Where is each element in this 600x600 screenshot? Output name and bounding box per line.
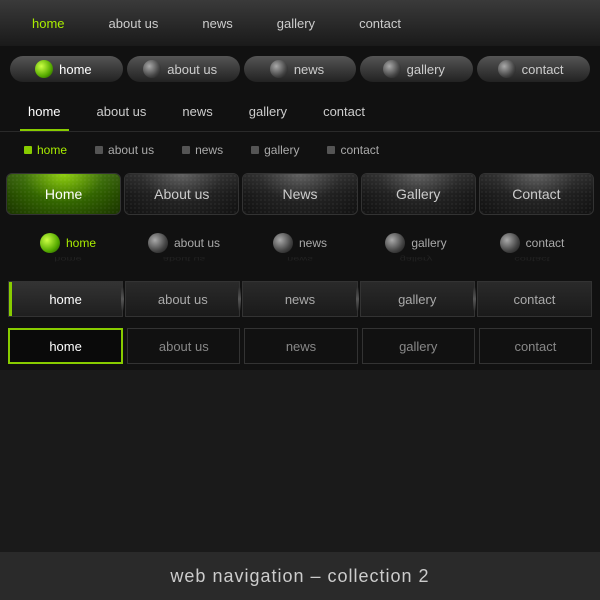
- nav8-contact[interactable]: contact: [479, 328, 592, 364]
- footer: web navigation – collection 2: [0, 552, 600, 600]
- nav5-home[interactable]: Home: [6, 173, 121, 215]
- nav2-home[interactable]: home: [10, 56, 123, 82]
- footer-text: web navigation – collection 2: [170, 566, 429, 587]
- nav5-about[interactable]: About us: [124, 173, 239, 215]
- nav2-news[interactable]: news: [244, 56, 357, 82]
- nav8-about[interactable]: about us: [127, 328, 240, 364]
- sphere-icon: [148, 233, 168, 253]
- nav3-home[interactable]: home: [10, 92, 79, 131]
- nav8-home[interactable]: home: [8, 328, 123, 364]
- nav3-gallery[interactable]: gallery: [231, 92, 305, 131]
- nav6-news[interactable]: news news: [242, 233, 358, 264]
- nav3-about[interactable]: about us: [79, 92, 165, 131]
- nav7-news[interactable]: news: [242, 281, 357, 317]
- nav4-about[interactable]: about us: [81, 143, 168, 157]
- sphere-icon: [500, 233, 520, 253]
- nav6-contact[interactable]: contact contact: [474, 233, 590, 264]
- nav2-gallery[interactable]: gallery: [360, 56, 473, 82]
- square-icon: [95, 146, 103, 154]
- square-icon: [24, 146, 32, 154]
- nav4-home[interactable]: home: [10, 143, 81, 157]
- nav4-news[interactable]: news: [168, 143, 237, 157]
- square-icon: [251, 146, 259, 154]
- nav1-contact[interactable]: contact: [337, 0, 423, 46]
- nav6-about[interactable]: about us about us: [126, 233, 242, 264]
- nav7-gallery[interactable]: gallery: [360, 281, 475, 317]
- nav2-about[interactable]: about us: [127, 56, 240, 82]
- nav3: home about us news gallery contact: [0, 92, 600, 132]
- nav8-gallery[interactable]: gallery: [362, 328, 475, 364]
- nav1: home about us news gallery contact: [0, 0, 600, 46]
- sphere-icon: [385, 233, 405, 253]
- nav7-home[interactable]: home: [8, 281, 123, 317]
- nav6-gallery[interactable]: gallery gallery: [358, 233, 474, 264]
- nav4: home about us news gallery contact: [0, 132, 600, 168]
- nav7-contact[interactable]: contact: [477, 281, 592, 317]
- square-icon: [182, 146, 190, 154]
- nav6-home[interactable]: home home: [10, 233, 126, 264]
- nav5-news[interactable]: News: [242, 173, 357, 215]
- sphere-icon: [143, 60, 161, 78]
- nav1-gallery[interactable]: gallery: [255, 0, 337, 46]
- sphere-icon: [40, 233, 60, 253]
- sphere-icon: [273, 233, 293, 253]
- nav3-contact[interactable]: contact: [305, 92, 383, 131]
- nav5: Home About us News Gallery Contact: [0, 168, 600, 220]
- sphere-icon: [383, 60, 401, 78]
- nav5-contact[interactable]: Contact: [479, 173, 594, 215]
- sphere-icon: [270, 60, 288, 78]
- nav7-about[interactable]: about us: [125, 281, 240, 317]
- nav8: home about us news gallery contact: [0, 322, 600, 370]
- square-icon: [327, 146, 335, 154]
- nav8-news[interactable]: news: [244, 328, 357, 364]
- nav1-home[interactable]: home: [10, 0, 87, 46]
- sphere-icon: [35, 60, 53, 78]
- nav6: home home about us about us news news ga…: [0, 220, 600, 276]
- nav4-gallery[interactable]: gallery: [237, 143, 313, 157]
- nav1-about[interactable]: about us: [87, 0, 181, 46]
- nav2-contact[interactable]: contact: [477, 56, 590, 82]
- sphere-icon: [498, 60, 516, 78]
- nav1-news[interactable]: news: [180, 0, 254, 46]
- nav7: home about us news gallery contact: [0, 276, 600, 322]
- nav3-news[interactable]: news: [164, 92, 230, 131]
- nav2: home about us news gallery contact: [0, 46, 600, 92]
- nav5-gallery[interactable]: Gallery: [361, 173, 476, 215]
- nav4-contact[interactable]: contact: [313, 143, 393, 157]
